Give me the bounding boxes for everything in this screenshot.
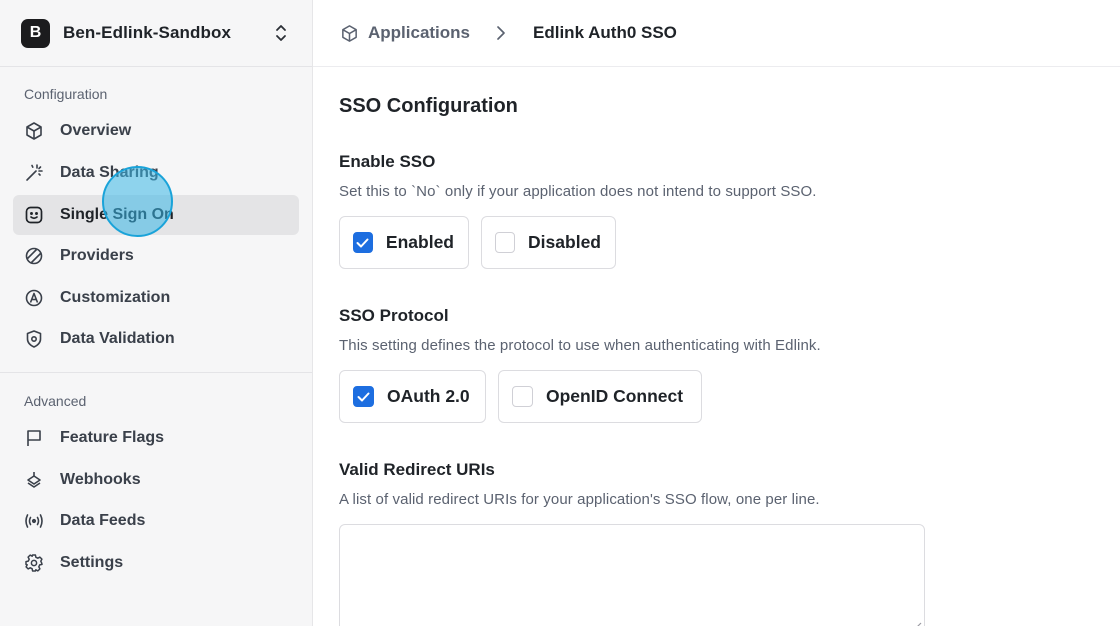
sidebar-item-label: Single Sign On bbox=[60, 206, 174, 223]
sidebar-item-providers[interactable]: Providers bbox=[13, 236, 299, 276]
option-label: OpenID Connect bbox=[546, 386, 684, 406]
customization-icon bbox=[24, 288, 44, 308]
shield-icon bbox=[24, 329, 44, 349]
redirect-uris-textarea[interactable] bbox=[339, 524, 925, 626]
page-title: SSO Configuration bbox=[339, 95, 518, 117]
providers-icon bbox=[24, 246, 44, 266]
cube-icon bbox=[342, 24, 357, 42]
sso-configuration-panel: SSO Configuration Enable SSO Set this to… bbox=[339, 67, 1120, 626]
sidebar-item-label: Data Sharing bbox=[60, 164, 159, 181]
option-label: Enabled bbox=[385, 232, 454, 252]
webhook-icon bbox=[24, 470, 44, 490]
redirect-uris-label: Valid Redirect URIs bbox=[339, 460, 495, 479]
workspace-avatar: B bbox=[21, 18, 50, 48]
section-label-configuration: Configuration bbox=[24, 86, 108, 102]
enable-sso-enabled-option[interactable]: Enabled bbox=[339, 216, 469, 269]
oauth2-checkbox[interactable] bbox=[353, 386, 374, 407]
checkmark-icon bbox=[357, 392, 370, 401]
sidebar-divider bbox=[0, 66, 312, 67]
option-label: Disabled bbox=[528, 232, 601, 252]
enable-sso-disabled-option[interactable]: Disabled bbox=[481, 216, 616, 269]
breadcrumb-current: Edlink Auth0 SSO bbox=[533, 23, 677, 42]
sidebar-item-label: Settings bbox=[60, 554, 124, 571]
sidebar-item-overview[interactable]: Overview bbox=[13, 111, 299, 151]
enabled-checkbox[interactable] bbox=[353, 232, 373, 253]
protocol-oauth2-option[interactable]: OAuth 2.0 bbox=[339, 370, 486, 423]
sso-protocol-label: SSO Protocol bbox=[339, 306, 449, 325]
sso-protocol-description: This setting defines the protocol to use… bbox=[339, 337, 821, 354]
sidebar-item-label: Feature Flags bbox=[60, 429, 165, 446]
magic-wand-icon bbox=[24, 163, 44, 183]
enable-sso-label: Enable SSO bbox=[339, 152, 436, 171]
openid-connect-checkbox[interactable] bbox=[512, 386, 533, 407]
resize-handle-icon[interactable] bbox=[912, 621, 922, 626]
gear-icon bbox=[24, 553, 44, 573]
chevron-right-icon bbox=[497, 26, 505, 40]
workspace-name: Ben-Edlink-Sandbox bbox=[63, 23, 232, 42]
enable-sso-description: Set this to `No` only if your applicatio… bbox=[339, 183, 817, 200]
sidebar: B Ben-Edlink-Sandbox Configuration Overv… bbox=[0, 0, 313, 626]
sidebar-item-label: Overview bbox=[60, 122, 132, 139]
sidebar-item-webhooks[interactable]: Webhooks bbox=[13, 460, 299, 500]
sidebar-divider bbox=[0, 372, 312, 373]
option-label: OAuth 2.0 bbox=[387, 386, 470, 406]
sidebar-item-single-sign-on[interactable]: Single Sign On bbox=[13, 195, 299, 235]
protocol-openid-connect-option[interactable]: OpenID Connect bbox=[498, 370, 702, 423]
disabled-checkbox[interactable] bbox=[495, 232, 516, 253]
smiley-icon bbox=[24, 205, 44, 225]
sidebar-item-data-feeds[interactable]: Data Feeds bbox=[13, 501, 299, 541]
sidebar-item-customization[interactable]: Customization bbox=[13, 278, 299, 318]
workspace-switcher[interactable]: B Ben-Edlink-Sandbox bbox=[12, 10, 302, 56]
breadcrumb: Applications Edlink Auth0 SSO bbox=[313, 0, 1120, 67]
checkmark-icon bbox=[356, 238, 369, 247]
sidebar-item-settings[interactable]: Settings bbox=[13, 543, 299, 583]
broadcast-icon bbox=[24, 511, 44, 531]
sidebar-item-label: Providers bbox=[60, 247, 134, 264]
cube-icon bbox=[24, 121, 44, 141]
sidebar-item-feature-flags[interactable]: Feature Flags bbox=[13, 418, 299, 458]
section-label-advanced: Advanced bbox=[24, 393, 87, 409]
sidebar-item-data-validation[interactable]: Data Validation bbox=[13, 319, 299, 359]
flag-icon bbox=[24, 428, 44, 448]
sidebar-item-label: Data Validation bbox=[60, 330, 175, 347]
breadcrumb-applications-link[interactable]: Applications bbox=[368, 23, 470, 43]
sidebar-item-label: Webhooks bbox=[60, 471, 141, 488]
chevron-up-down-icon bbox=[276, 25, 286, 41]
sidebar-item-label: Customization bbox=[60, 289, 171, 306]
sidebar-item-label: Data Feeds bbox=[60, 512, 146, 529]
redirect-uris-description: A list of valid redirect URIs for your a… bbox=[339, 491, 820, 508]
sidebar-item-data-sharing[interactable]: Data Sharing bbox=[13, 153, 299, 193]
